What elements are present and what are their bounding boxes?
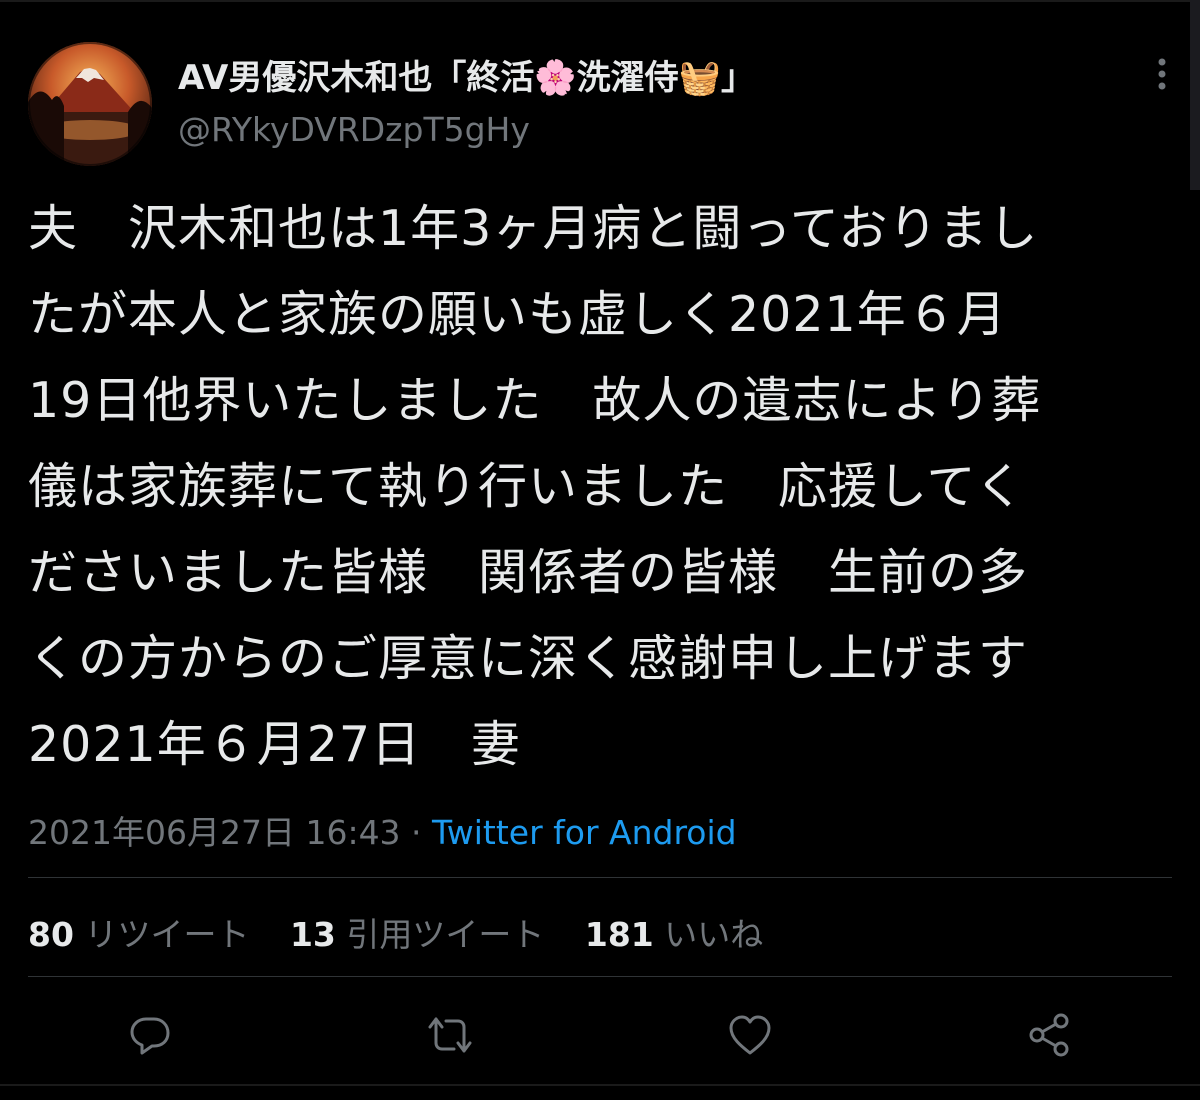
tweet-stats: 80 リツイート 13 引用ツイート 181 いいね — [28, 908, 793, 956]
bottom-divider — [0, 1084, 1200, 1086]
retweets-stat[interactable]: 80 リツイート — [28, 915, 249, 954]
tweet-text-line: 儀は家族葬にて執り行いました 応援してく — [28, 458, 1026, 515]
tweet-text-line: 19日他界いたしました 故人の遺志により葬 — [28, 372, 1042, 429]
retweet-button[interactable] — [420, 1005, 480, 1065]
reply-icon — [130, 1017, 170, 1055]
share-icon — [1029, 1013, 1069, 1057]
like-icon — [729, 1015, 771, 1055]
quotes-count: 13 — [289, 915, 336, 954]
tweet-header: AV男優沢木和也「終活🌸洗濯侍🧺」 @RYkyDVRDzpT5gHy — [28, 32, 1172, 172]
tweet-text: 夫 沢木和也は1年3ヶ月病と闘っておりまし たが本人と家族の願いも虚しく2021… — [28, 186, 1178, 788]
likes-label: いいね — [664, 915, 764, 954]
quotes-stat[interactable]: 13 引用ツイート — [290, 915, 544, 954]
source-link[interactable]: Twitter for Android — [432, 813, 737, 852]
scroll-indicator[interactable] — [1190, 0, 1200, 190]
likes-count: 181 — [584, 915, 654, 954]
more-options-icon[interactable] — [1152, 54, 1172, 94]
reply-button[interactable] — [120, 1005, 180, 1065]
stats-top-divider — [28, 877, 1172, 878]
avatar-image — [28, 42, 152, 166]
like-button[interactable] — [720, 1005, 780, 1065]
timestamp[interactable]: 2021年06月27日 16:43 — [28, 813, 401, 852]
tweet-meta: 2021年06月27日 16:43 · Twitter for Android — [28, 806, 737, 854]
display-name[interactable]: AV男優沢木和也「終活🌸洗濯侍🧺」 — [178, 50, 755, 99]
likes-stat[interactable]: 181 いいね — [585, 915, 763, 954]
retweets-label: リツイート — [84, 915, 250, 954]
retweet-icon — [428, 1017, 472, 1053]
meta-separator: · — [400, 813, 433, 852]
stats-bottom-divider — [28, 976, 1172, 977]
tweet-text-line: たが本人と家族の願いも虚しく2021年６月 — [28, 286, 1007, 343]
retweets-count: 80 — [28, 915, 74, 954]
quotes-label: 引用ツイート — [346, 915, 545, 954]
tweet-text-line: 夫 沢木和也は1年3ヶ月病と闘っておりまし — [28, 200, 1039, 257]
user-handle[interactable]: @RYkyDVRDzpT5gHy — [178, 110, 530, 149]
share-button[interactable] — [1020, 1005, 1080, 1065]
tweet-text-line: くの方からのご厚意に深く感謝申し上げます — [28, 630, 1029, 687]
avatar[interactable] — [28, 42, 152, 166]
top-divider — [0, 0, 1200, 2]
tweet-text-line: 2021年６月27日 妻 — [28, 716, 522, 773]
action-bar — [0, 1005, 1200, 1065]
tweet-text-line: ださいました皆様 関係者の皆様 生前の多 — [28, 544, 1029, 601]
